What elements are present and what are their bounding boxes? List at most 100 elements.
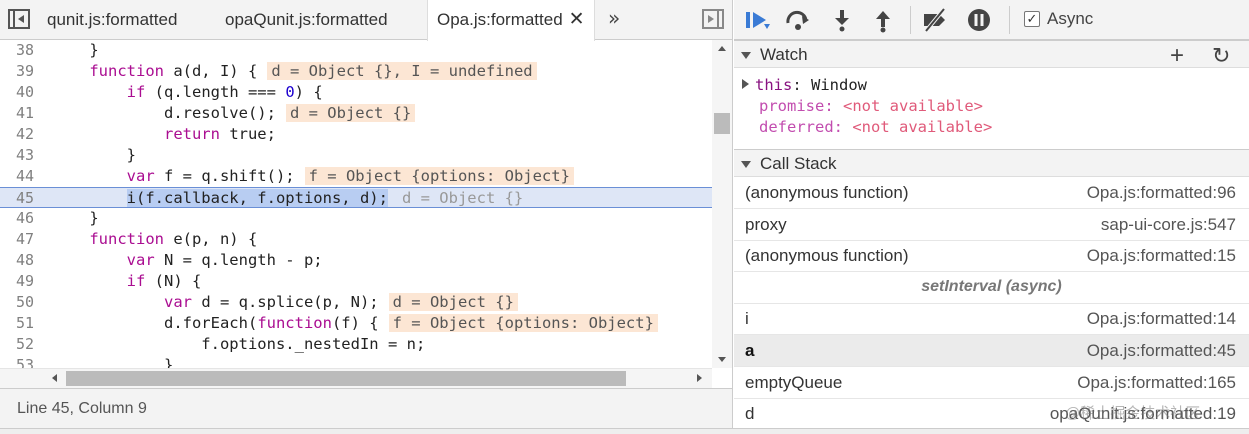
code-line[interactable]: 48 var N = q.length - p; — [0, 250, 712, 271]
code-editor[interactable]: 38 } 39 function a(d, I) {d = Object {}, … — [0, 40, 712, 368]
code-line-current[interactable]: 45 i(f.callback, f.options, d); d = Objec… — [0, 187, 712, 208]
line-number[interactable]: 45 — [0, 188, 40, 209]
callstack-frame[interactable]: (anonymous function) Opa.js:formatted:15 — [734, 240, 1249, 273]
callstack-frame[interactable]: i Opa.js:formatted:14 — [734, 303, 1249, 336]
code-line[interactable]: 42 return true; — [0, 124, 712, 145]
line-number[interactable]: 46 — [0, 208, 40, 229]
line-number[interactable]: 50 — [0, 292, 40, 313]
code-text: function e(p, n) { — [40, 229, 257, 250]
code-line[interactable]: 39 function a(d, I) {d = Object {}, I = … — [0, 61, 712, 82]
collapse-triangle-icon[interactable] — [741, 161, 751, 168]
frame-function: (anonymous function) — [745, 246, 909, 266]
line-number[interactable]: 39 — [0, 61, 40, 82]
frame-location[interactable]: Opa.js:formatted:165 — [1077, 373, 1236, 393]
inline-value: f = Object {options: Object} — [388, 314, 658, 332]
line-number[interactable]: 42 — [0, 124, 40, 145]
tab-label: qunit.js:formatted — [47, 10, 178, 29]
watch-item[interactable]: this: Window — [742, 75, 867, 96]
tab-opa[interactable]: Opa.js:formatted ✕ — [427, 0, 595, 41]
callstack-frame[interactable]: proxy sap-ui-core.js:547 — [734, 209, 1249, 241]
line-number[interactable]: 40 — [0, 82, 40, 103]
step-into-icon[interactable] — [829, 7, 855, 33]
callstack-section-header[interactable]: Call Stack — [734, 149, 1249, 177]
code-line[interactable]: 41 d.resolve(); d = Object {} — [0, 103, 712, 124]
line-number[interactable]: 43 — [0, 145, 40, 166]
deactivate-breakpoints-icon[interactable] — [922, 7, 948, 33]
scroll-left-icon[interactable] — [52, 374, 57, 382]
code-fragment: f = q.shift(); — [154, 167, 295, 185]
code-fragment: } — [52, 209, 99, 227]
scroll-right-icon[interactable] — [697, 374, 702, 382]
line-number[interactable]: 49 — [0, 271, 40, 292]
inline-value: f = Object {options: Object} — [304, 167, 574, 185]
callstack-frame-selected[interactable]: a Opa.js:formatted:45 — [734, 335, 1249, 367]
watch-section-header[interactable]: Watch + ↻ — [734, 40, 1249, 70]
line-number[interactable]: 44 — [0, 166, 40, 187]
frame-function: emptyQueue — [745, 372, 843, 392]
toggle-navigator-icon[interactable] — [8, 9, 30, 29]
resume-icon[interactable] — [744, 7, 770, 33]
frame-function: a — [745, 341, 755, 360]
code-line[interactable]: 40 if (q.length === 0) { — [0, 82, 712, 103]
callstack-frame[interactable]: (anonymous function) Opa.js:formatted:96 — [734, 177, 1249, 209]
line-number[interactable]: 41 — [0, 103, 40, 124]
code-keyword: function — [257, 314, 332, 332]
code-line[interactable]: 50 var d = q.splice(p, N); d = Object {} — [0, 292, 712, 313]
watermark: @稀土掘金技术社区 — [1065, 405, 1201, 422]
expand-triangle-icon[interactable] — [742, 79, 749, 89]
frame-location[interactable]: Opa.js:formatted:96 — [1087, 183, 1236, 203]
more-tabs-icon[interactable]: » — [608, 6, 620, 30]
watch-list: this: Window promise: <not available> de… — [734, 68, 1249, 149]
scroll-down-icon[interactable] — [718, 357, 726, 362]
toggle-debugger-icon[interactable] — [702, 9, 724, 29]
pause-on-exceptions-icon[interactable] — [966, 7, 992, 33]
async-label[interactable]: Async — [1047, 9, 1093, 29]
tab-label: opaQunit.js:formatted — [225, 10, 388, 29]
code-line[interactable]: 38 } — [0, 40, 712, 61]
tab-opaqunit[interactable]: opaQunit.js:formatted — [225, 0, 388, 40]
tab-qunit[interactable]: qunit.js:formatted — [47, 0, 177, 40]
code-text: var d = q.splice(p, N); d = Object {} — [40, 292, 518, 313]
watch-item[interactable]: deferred: <not available> — [759, 117, 992, 138]
frame-location[interactable]: Opa.js:formatted:45 — [1087, 341, 1236, 361]
scroll-thumb-horizontal[interactable] — [66, 371, 626, 386]
line-number[interactable]: 53 — [0, 355, 40, 368]
watch-item[interactable]: promise: <not available> — [759, 96, 983, 117]
watch-value: <not available> — [852, 118, 993, 136]
collapse-triangle-icon[interactable] — [741, 52, 751, 59]
scroll-thumb[interactable] — [714, 113, 730, 134]
code-line[interactable]: 53 } — [0, 355, 712, 368]
frame-location[interactable]: Opa.js:formatted:14 — [1087, 309, 1236, 329]
callstack-frame[interactable]: emptyQueue Opa.js:formatted:165 — [734, 367, 1249, 399]
line-number[interactable]: 48 — [0, 250, 40, 271]
close-tab-icon[interactable]: ✕ — [569, 9, 585, 30]
code-line[interactable]: 52 f.options._nestedIn = n; — [0, 334, 712, 355]
debugger-toolbar: ✓ Async — [734, 0, 1249, 40]
horizontal-scrollbar[interactable] — [0, 368, 712, 388]
scroll-up-icon[interactable] — [718, 46, 726, 51]
line-number[interactable]: 51 — [0, 313, 40, 334]
code-line[interactable]: 51 d.forEach(function(f) {f = Object {op… — [0, 313, 712, 334]
refresh-icon[interactable]: ↻ — [1212, 43, 1230, 69]
code-line[interactable]: 47 function e(p, n) { — [0, 229, 712, 250]
code-line[interactable]: 43 } — [0, 145, 712, 166]
code-keyword: function — [89, 62, 164, 80]
code-line[interactable]: 44 var f = q.shift(); f = Object {options… — [0, 166, 712, 187]
step-over-icon[interactable] — [785, 7, 811, 33]
frame-location[interactable]: Opa.js:formatted:15 — [1087, 246, 1236, 266]
frame-location[interactable]: sap-ui-core.js:547 — [1101, 215, 1236, 235]
vertical-scrollbar[interactable] — [712, 40, 732, 368]
add-watch-icon[interactable]: + — [1170, 42, 1184, 70]
code-line[interactable]: 49 if (N) { — [0, 271, 712, 292]
line-number[interactable]: 47 — [0, 229, 40, 250]
async-checkbox[interactable]: ✓ — [1024, 11, 1040, 27]
code-line[interactable]: 46 } — [0, 208, 712, 229]
line-number[interactable]: 38 — [0, 40, 40, 61]
watch-separator: : — [792, 76, 811, 94]
line-number[interactable]: 52 — [0, 334, 40, 355]
step-out-icon[interactable] — [870, 7, 896, 33]
